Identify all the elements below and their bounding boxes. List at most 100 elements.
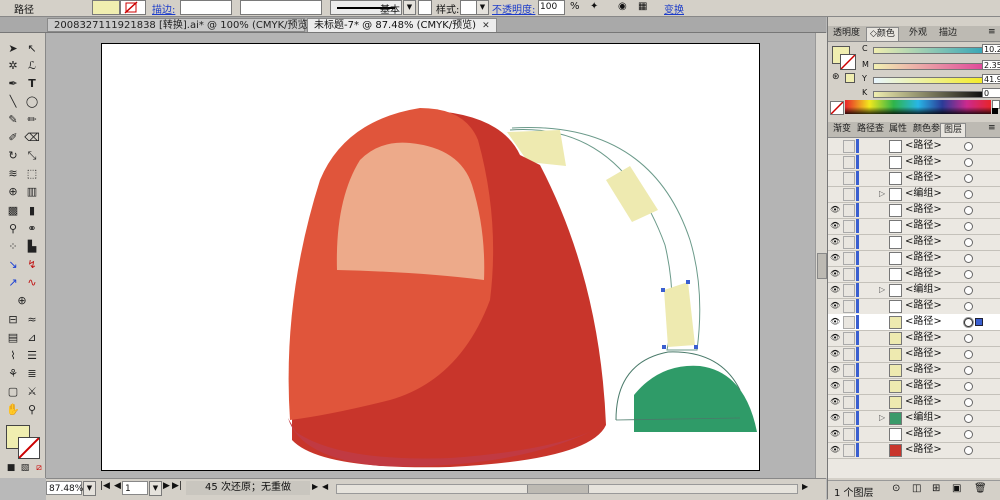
- target-circle-icon[interactable]: [964, 334, 973, 343]
- layer-name[interactable]: <路径>: [905, 442, 942, 457]
- tab-pathfinder[interactable]: 路径查: [854, 123, 887, 136]
- target-circle-icon[interactable]: [964, 254, 973, 263]
- tab-color-guide[interactable]: 颜色参: [910, 123, 943, 136]
- visibility-eye-icon[interactable]: 👁: [830, 413, 840, 422]
- value-k[interactable]: 0: [982, 88, 1000, 98]
- new-sublayer-icon[interactable]: ⊞: [932, 483, 940, 494]
- target-circle-icon[interactable]: [964, 430, 973, 439]
- page-dropdown[interactable]: ▼: [149, 481, 162, 496]
- layer-name[interactable]: <路径>: [905, 314, 942, 329]
- target-circle-icon[interactable]: [964, 382, 973, 391]
- layer-name[interactable]: <路径>: [905, 250, 942, 265]
- anchor-point[interactable]: [662, 345, 666, 349]
- target-circle-icon[interactable]: [964, 350, 973, 359]
- visibility-eye-icon[interactable]: 👁: [830, 381, 840, 390]
- horizontal-scrollbar[interactable]: [336, 484, 798, 494]
- target-circle-icon[interactable]: [964, 270, 973, 279]
- visibility-eye-icon[interactable]: 👁: [830, 285, 840, 294]
- anchor-point[interactable]: [661, 288, 665, 292]
- selection-indicator[interactable]: [975, 318, 983, 326]
- lock-toggle[interactable]: [843, 332, 855, 345]
- target-circle-icon[interactable]: [964, 414, 973, 423]
- layer-row[interactable]: 👁 <路径>: [828, 250, 1000, 267]
- visibility-eye-icon[interactable]: [830, 141, 840, 150]
- layer-row[interactable]: 👁 <路径>: [828, 298, 1000, 315]
- layer-row[interactable]: 👁 <路径>: [828, 346, 1000, 363]
- layer-row[interactable]: 👁 <路径>: [828, 266, 1000, 283]
- visibility-eye-icon[interactable]: 👁: [830, 301, 840, 310]
- tab-transparency[interactable]: 透明度: [830, 27, 863, 40]
- gamut-warning-icon[interactable]: ⊛: [832, 72, 840, 82]
- layer-name[interactable]: <路径>: [905, 330, 942, 345]
- locate-object-icon[interactable]: ⊙: [892, 483, 900, 494]
- layer-row[interactable]: ▷ <编组>: [828, 186, 1000, 203]
- slider-c[interactable]: [873, 47, 983, 54]
- layer-row[interactable]: <路径>: [828, 170, 1000, 187]
- anchor-point[interactable]: [686, 280, 690, 284]
- trash-icon[interactable]: 🗑: [974, 483, 987, 494]
- visibility-eye-icon[interactable]: 👁: [830, 397, 840, 406]
- last-page-icon[interactable]: ▶|: [172, 481, 182, 491]
- lock-toggle[interactable]: [843, 140, 855, 153]
- visibility-eye-icon[interactable]: 👁: [830, 445, 840, 454]
- layer-name[interactable]: <路径>: [905, 298, 942, 313]
- lock-toggle[interactable]: [843, 284, 855, 297]
- lock-toggle[interactable]: [843, 252, 855, 265]
- lock-toggle[interactable]: [843, 188, 855, 201]
- layer-name[interactable]: <路径>: [905, 154, 942, 169]
- slider-k[interactable]: [873, 91, 983, 98]
- layer-name[interactable]: <路径>: [905, 266, 942, 281]
- tab-gradient[interactable]: 渐变: [830, 123, 854, 136]
- lock-toggle[interactable]: [843, 300, 855, 313]
- layer-row[interactable]: 👁 <路径>: [828, 314, 1000, 331]
- target-circle-icon[interactable]: [964, 158, 973, 167]
- scroll-right-icon[interactable]: ▶: [802, 482, 808, 491]
- target-circle-icon[interactable]: [964, 222, 973, 231]
- prev-page-icon[interactable]: ◀: [114, 481, 121, 491]
- panel-menu-icon[interactable]: ≡: [988, 27, 996, 37]
- lock-toggle[interactable]: [843, 236, 855, 249]
- layer-name[interactable]: <路径>: [905, 234, 942, 249]
- visibility-eye-icon[interactable]: 👁: [830, 429, 840, 438]
- layer-row[interactable]: 👁 <路径>: [828, 234, 1000, 251]
- target-circle-icon[interactable]: [964, 286, 973, 295]
- page-field[interactable]: 1: [122, 481, 148, 495]
- layer-row[interactable]: 👁 ▷ <编组>: [828, 282, 1000, 299]
- layer-name[interactable]: <路径>: [905, 138, 942, 153]
- first-page-icon[interactable]: |◀: [100, 481, 110, 491]
- layer-name[interactable]: <路径>: [905, 394, 942, 409]
- visibility-eye-icon[interactable]: [830, 189, 840, 198]
- target-circle-icon[interactable]: [964, 302, 973, 311]
- value-m[interactable]: 2.35: [982, 60, 1000, 70]
- target-circle-icon[interactable]: [964, 238, 973, 247]
- next-page-icon[interactable]: ▶: [163, 481, 170, 491]
- target-circle-icon[interactable]: [964, 446, 973, 455]
- tab-appearance[interactable]: 外观: [906, 27, 930, 40]
- visibility-eye-icon[interactable]: 👁: [830, 349, 840, 358]
- visibility-eye-icon[interactable]: 👁: [830, 253, 840, 262]
- expand-arrow-icon[interactable]: ▷: [879, 410, 885, 425]
- layer-row[interactable]: 👁 <路径>: [828, 426, 1000, 443]
- value-y[interactable]: 41.96: [982, 74, 1000, 84]
- layer-row[interactable]: 👁 <路径>: [828, 330, 1000, 347]
- visibility-eye-icon[interactable]: 👁: [830, 221, 840, 230]
- status-menu-icon[interactable]: ▶: [312, 482, 318, 491]
- target-circle-icon[interactable]: [964, 142, 973, 151]
- vertical-scrollbar[interactable]: [815, 33, 827, 478]
- slider-y[interactable]: [873, 77, 983, 84]
- target-circle-icon[interactable]: [964, 190, 973, 199]
- visibility-eye-icon[interactable]: [830, 157, 840, 166]
- layer-row[interactable]: 👁 ▷ <编组>: [828, 410, 1000, 427]
- layer-row[interactable]: <路径>: [828, 154, 1000, 171]
- target-circle-icon[interactable]: [964, 318, 973, 327]
- lock-toggle[interactable]: [843, 412, 855, 425]
- zoom-dropdown[interactable]: ▼: [83, 481, 96, 496]
- lock-toggle[interactable]: [843, 428, 855, 441]
- expand-arrow-icon[interactable]: ▷: [879, 282, 885, 297]
- visibility-eye-icon[interactable]: 👁: [830, 365, 840, 374]
- layer-row[interactable]: 👁 <路径>: [828, 394, 1000, 411]
- lock-toggle[interactable]: [843, 156, 855, 169]
- scroll-thumb[interactable]: [527, 485, 589, 493]
- tab-stroke[interactable]: 描边: [936, 27, 960, 40]
- black-swatch[interactable]: [992, 108, 998, 114]
